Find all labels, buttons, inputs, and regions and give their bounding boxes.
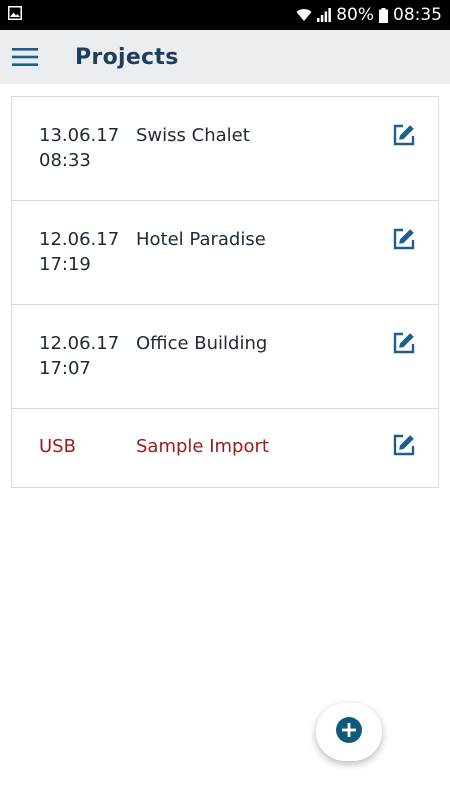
status-bar: 80% 08:35 bbox=[0, 0, 450, 30]
page-title: Projects bbox=[75, 44, 179, 70]
project-list: 13.06.17 08:33 Swiss Chalet 12.06.17 17:… bbox=[11, 96, 439, 488]
usb-source-label: USB bbox=[39, 436, 76, 457]
project-name: Swiss Chalet bbox=[136, 125, 250, 146]
gallery-icon bbox=[8, 5, 22, 25]
project-date-day: 12.06.17 bbox=[39, 333, 120, 354]
project-date: 12.06.17 17:07 bbox=[39, 331, 119, 381]
project-date-time: 08:33 bbox=[39, 150, 91, 171]
project-date-day: 12.06.17 bbox=[39, 229, 120, 250]
usb-import-row[interactable]: USB Sample Import bbox=[12, 409, 438, 487]
usb-import-name: Sample Import bbox=[136, 436, 269, 457]
project-date-time: 17:07 bbox=[39, 358, 91, 379]
signal-icon bbox=[317, 8, 332, 22]
status-left bbox=[8, 5, 22, 25]
hamburger-menu-icon[interactable] bbox=[0, 30, 50, 84]
project-date: 13.06.17 08:33 bbox=[39, 123, 119, 173]
clock: 08:35 bbox=[393, 5, 442, 25]
edit-icon[interactable] bbox=[390, 329, 418, 357]
edit-icon[interactable] bbox=[390, 431, 418, 459]
app-bar: Projects bbox=[0, 30, 450, 84]
edit-icon[interactable] bbox=[390, 121, 418, 149]
project-date: 12.06.17 17:19 bbox=[39, 227, 119, 277]
status-right: 80% 08:35 bbox=[296, 5, 442, 25]
project-name: Hotel Paradise bbox=[136, 229, 266, 250]
project-row-office-building[interactable]: 12.06.17 17:07 Office Building bbox=[12, 305, 438, 409]
wifi-icon bbox=[296, 8, 312, 22]
project-row-hotel-paradise[interactable]: 12.06.17 17:19 Hotel Paradise bbox=[12, 201, 438, 305]
battery-level: 80% bbox=[336, 5, 374, 25]
add-project-button[interactable] bbox=[316, 703, 382, 761]
edit-icon[interactable] bbox=[390, 225, 418, 253]
battery-icon bbox=[379, 7, 388, 23]
add-circle-icon bbox=[335, 716, 363, 749]
project-row-swiss-chalet[interactable]: 13.06.17 08:33 Swiss Chalet bbox=[12, 97, 438, 201]
project-date-day: 13.06.17 bbox=[39, 125, 120, 146]
project-name: Office Building bbox=[136, 333, 268, 354]
project-date-time: 17:19 bbox=[39, 254, 91, 275]
